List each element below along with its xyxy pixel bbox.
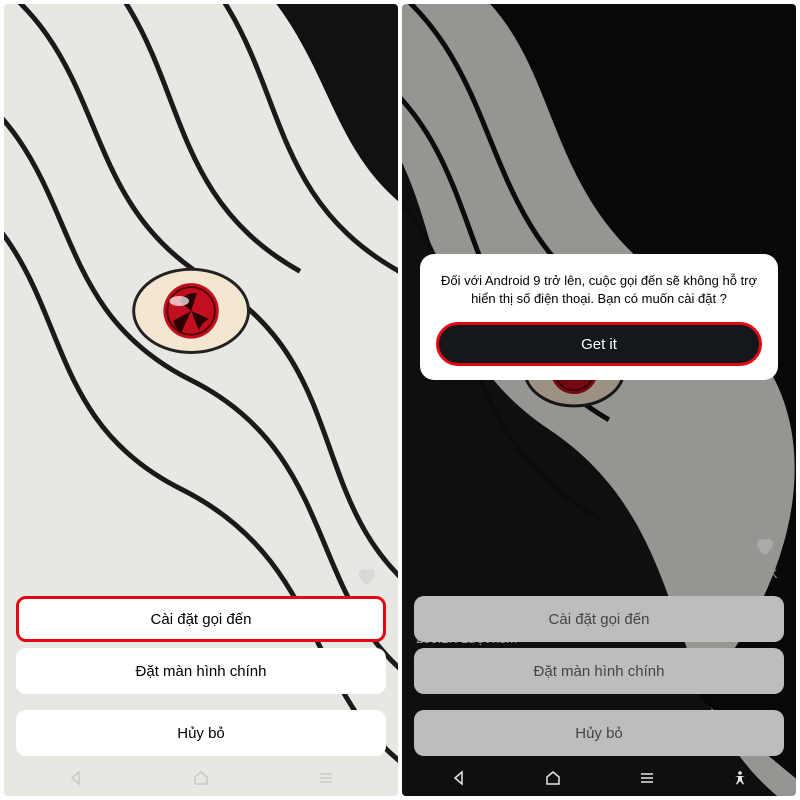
- button-label: Hủy bỏ: [575, 725, 623, 742]
- action-sheet: Cài đặt gọi đến Đặt màn hình chính Hủy b…: [16, 596, 386, 756]
- android-navbar: [402, 760, 796, 796]
- heart-icon: [752, 534, 778, 565]
- set-home-screen-button[interactable]: Đặt màn hình chính: [414, 648, 784, 694]
- nav-recents-icon[interactable]: [639, 770, 655, 786]
- nav-home-icon[interactable]: [544, 769, 562, 787]
- confirm-dialog: Đối với Android 9 trở lên, cuộc gọi đến …: [420, 254, 778, 380]
- nav-back-icon[interactable]: [451, 770, 467, 786]
- nav-recents-icon[interactable]: [318, 770, 334, 786]
- screen-left: 4.9K Cài đặt gọi đến Đặt màn hình chính …: [4, 4, 398, 796]
- android-navbar: [4, 760, 398, 796]
- button-label: Hủy bỏ: [177, 725, 225, 742]
- like-count: 4.9K: [753, 567, 778, 581]
- button-label: Get it: [581, 336, 617, 353]
- heart-icon: [354, 564, 380, 595]
- button-label: Cài đặt gọi đến: [549, 611, 650, 628]
- screen-right: 4.9K 200.1K Lượt xem Cài đặt gọi đến Đặt…: [402, 4, 796, 796]
- button-label: Cài đặt gọi đến: [151, 611, 252, 628]
- button-label: Đặt màn hình chính: [136, 663, 267, 680]
- set-home-screen-button[interactable]: Đặt màn hình chính: [16, 648, 386, 694]
- nav-back-icon[interactable]: [68, 770, 84, 786]
- get-it-button[interactable]: Get it: [436, 322, 762, 366]
- set-incoming-call-button[interactable]: Cài đặt gọi đến: [414, 596, 784, 642]
- like-button[interactable]: 4.9K: [752, 534, 778, 581]
- cancel-button[interactable]: Hủy bỏ: [414, 710, 784, 756]
- nav-accessibility-icon[interactable]: [732, 770, 748, 786]
- cancel-button[interactable]: Hủy bỏ: [16, 710, 386, 756]
- button-label: Đặt màn hình chính: [534, 663, 665, 680]
- set-incoming-call-button[interactable]: Cài đặt gọi đến: [16, 596, 386, 642]
- nav-home-icon[interactable]: [192, 769, 210, 787]
- dialog-message: Đối với Android 9 trở lên, cuộc gọi đến …: [436, 272, 762, 308]
- action-sheet: Cài đặt gọi đến Đặt màn hình chính Hủy b…: [414, 596, 784, 756]
